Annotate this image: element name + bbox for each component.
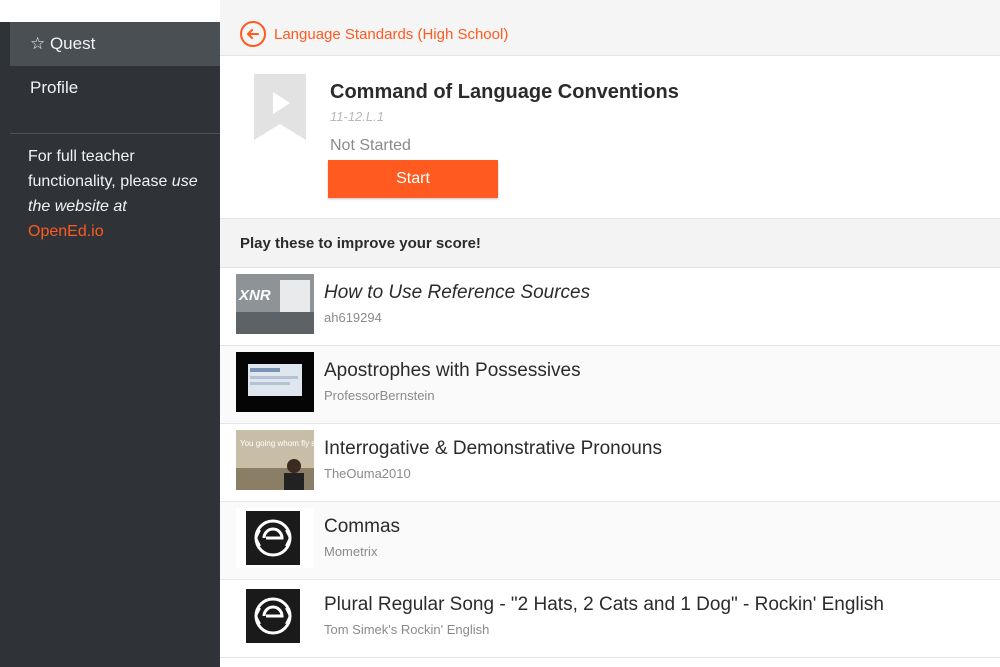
section-title: Play these to improve your score! — [240, 235, 481, 252]
video-thumbnail: XNR — [236, 274, 314, 334]
sidebar-top-gap — [0, 0, 220, 22]
reference-thumbnail-icon: XNR — [236, 274, 314, 334]
video-thumbnail — [236, 352, 314, 412]
video-item[interactable]: XNR How to Use Reference Sources ah61929… — [220, 268, 1000, 346]
video-title[interactable]: How to Use Reference Sources — [324, 282, 590, 304]
skill-title: Command of Language Conventions — [330, 81, 679, 103]
opened-link[interactable]: OpenEd.io — [28, 223, 104, 240]
breadcrumb: Language Standards (High School) — [220, 0, 1000, 56]
video-thumbnail: You going whom fly something — [236, 430, 314, 490]
video-item[interactable]: Commas Mometrix — [220, 502, 1000, 580]
start-button[interactable]: Start — [328, 160, 498, 198]
sidebar: ☆ Quest Profile For full teacher functio… — [0, 0, 220, 667]
video-title[interactable]: Plural Regular Song - "2 Hats, 2 Cats an… — [324, 594, 884, 616]
opened-logo-icon — [246, 511, 300, 565]
teacher-note-text: For full teacher functionality, please — [28, 148, 168, 190]
sidebar-item-quest[interactable]: ☆ Quest — [10, 22, 220, 66]
sidebar-item-profile[interactable]: Profile — [10, 66, 220, 110]
video-thumbnail — [236, 508, 314, 568]
video-title[interactable]: Interrogative & Demonstrative Pronouns — [324, 438, 662, 460]
app-window: ☆ Quest Profile For full teacher functio… — [0, 0, 1000, 667]
thumb-overlay-text: XNR — [238, 287, 271, 304]
video-author: Mometrix — [324, 544, 378, 559]
video-title[interactable]: Apostrophes with Possessives — [324, 360, 581, 382]
screen-thumbnail-icon — [236, 352, 314, 412]
skill-card: Command of Language Conventions 11-12.L.… — [220, 57, 1000, 217]
video-author: TheOuma2010 — [324, 466, 411, 481]
video-author: ah619294 — [324, 310, 382, 325]
main-panel: Language Standards (High School) Command… — [220, 0, 1000, 667]
thumb-overlay-text: You going whom fly something — [240, 439, 314, 448]
section-header: Play these to improve your score! — [220, 218, 1000, 268]
video-author: Tom Simek's Rockin' English — [324, 622, 490, 637]
teacher-note: For full teacher functionality, please u… — [28, 144, 213, 244]
video-title[interactable]: Commas — [324, 516, 400, 538]
video-item[interactable]: You going whom fly something Interrogati… — [220, 424, 1000, 502]
sidebar-divider — [10, 133, 220, 134]
breadcrumb-link[interactable]: Language Standards (High School) — [274, 26, 508, 43]
video-author: ProfessorBernstein — [324, 388, 435, 403]
skill-status: Not Started — [330, 137, 411, 154]
skill-code: 11-12.L.1 — [330, 109, 384, 124]
video-thumbnail — [236, 586, 314, 646]
play-ribbon-icon — [254, 74, 306, 140]
back-icon[interactable] — [240, 21, 266, 47]
classroom-thumbnail-icon: You going whom fly something — [236, 430, 314, 490]
opened-logo-icon — [246, 589, 300, 643]
video-list: XNR How to Use Reference Sources ah61929… — [220, 268, 1000, 658]
video-item[interactable]: Plural Regular Song - "2 Hats, 2 Cats an… — [220, 580, 1000, 658]
video-item[interactable]: Apostrophes with Possessives ProfessorBe… — [220, 346, 1000, 424]
